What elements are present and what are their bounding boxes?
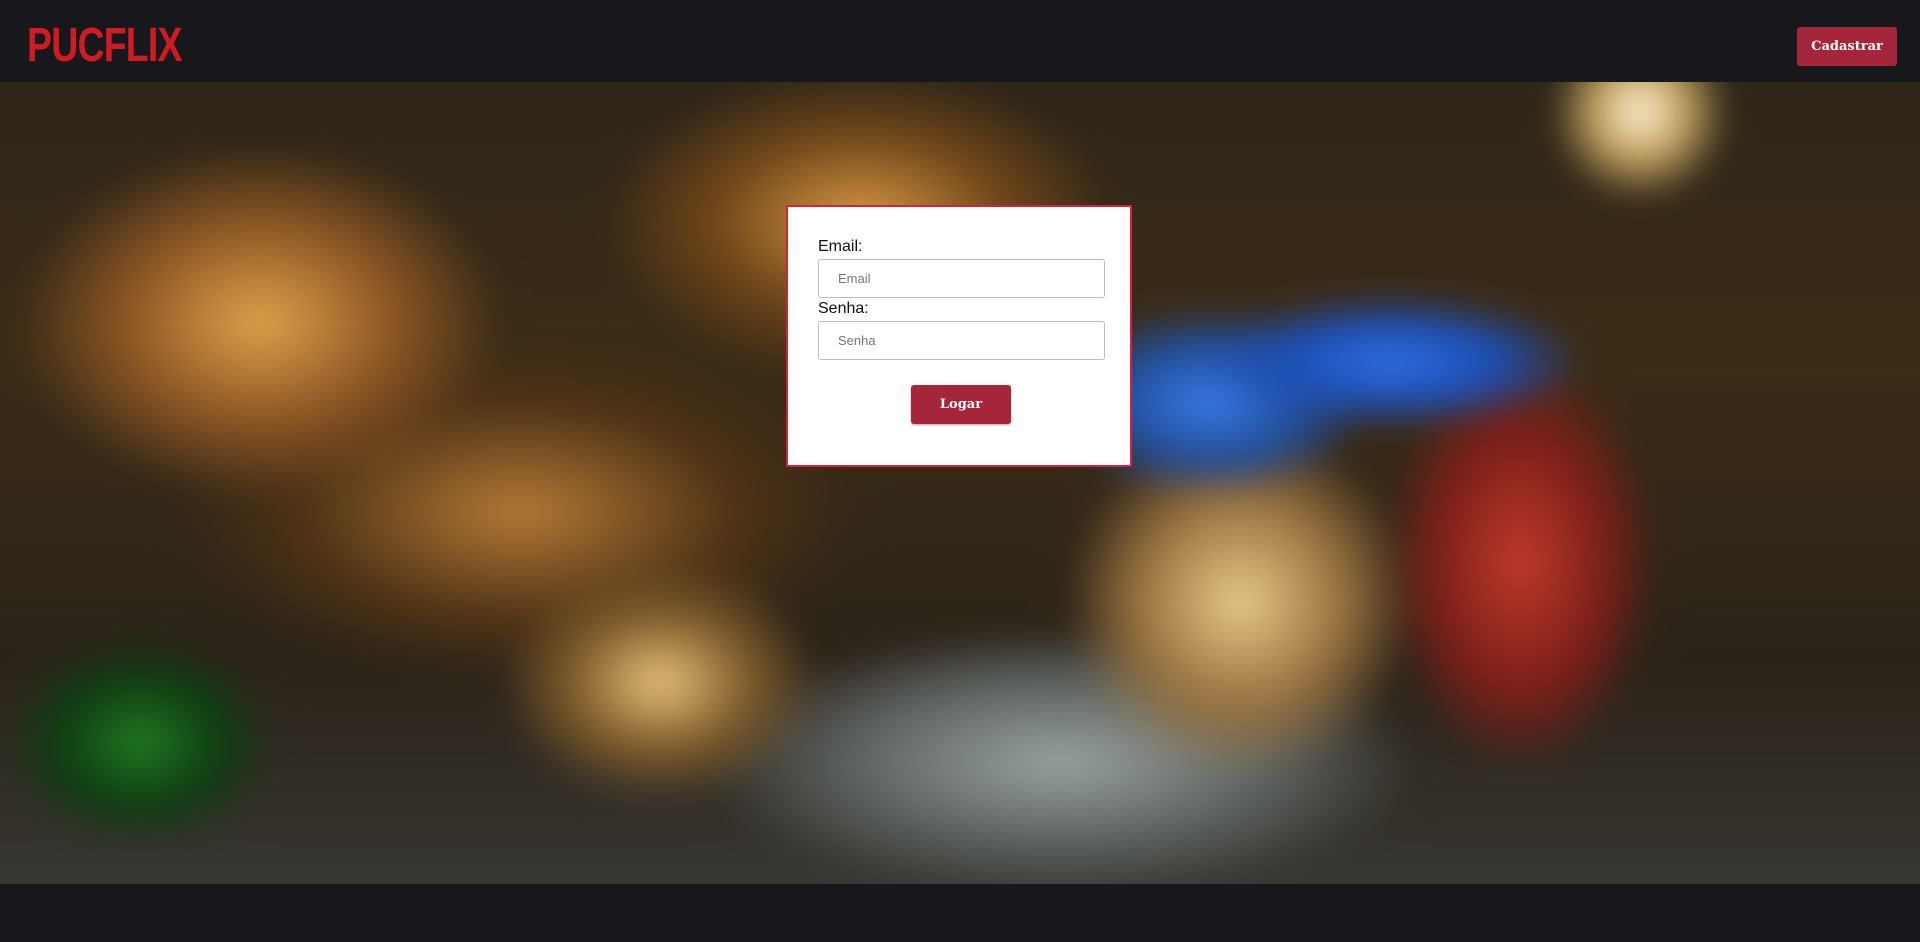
pucflix-logo[interactable]: PUCFLIX bbox=[27, 22, 182, 70]
top-navbar: PUCFLIX Cadastrar bbox=[0, 0, 1920, 82]
password-label: Senha: bbox=[818, 300, 869, 317]
register-button[interactable]: Cadastrar bbox=[1797, 27, 1897, 66]
login-button[interactable]: Logar bbox=[911, 385, 1011, 424]
blurred-campus-photo bbox=[0, 82, 1920, 884]
email-label: Email: bbox=[818, 238, 863, 255]
login-form: Email: Senha: Logar bbox=[786, 205, 1132, 467]
password-input[interactable] bbox=[818, 321, 1105, 360]
hero-background bbox=[0, 82, 1920, 884]
footer-bar bbox=[0, 884, 1920, 942]
email-input[interactable] bbox=[818, 259, 1105, 298]
